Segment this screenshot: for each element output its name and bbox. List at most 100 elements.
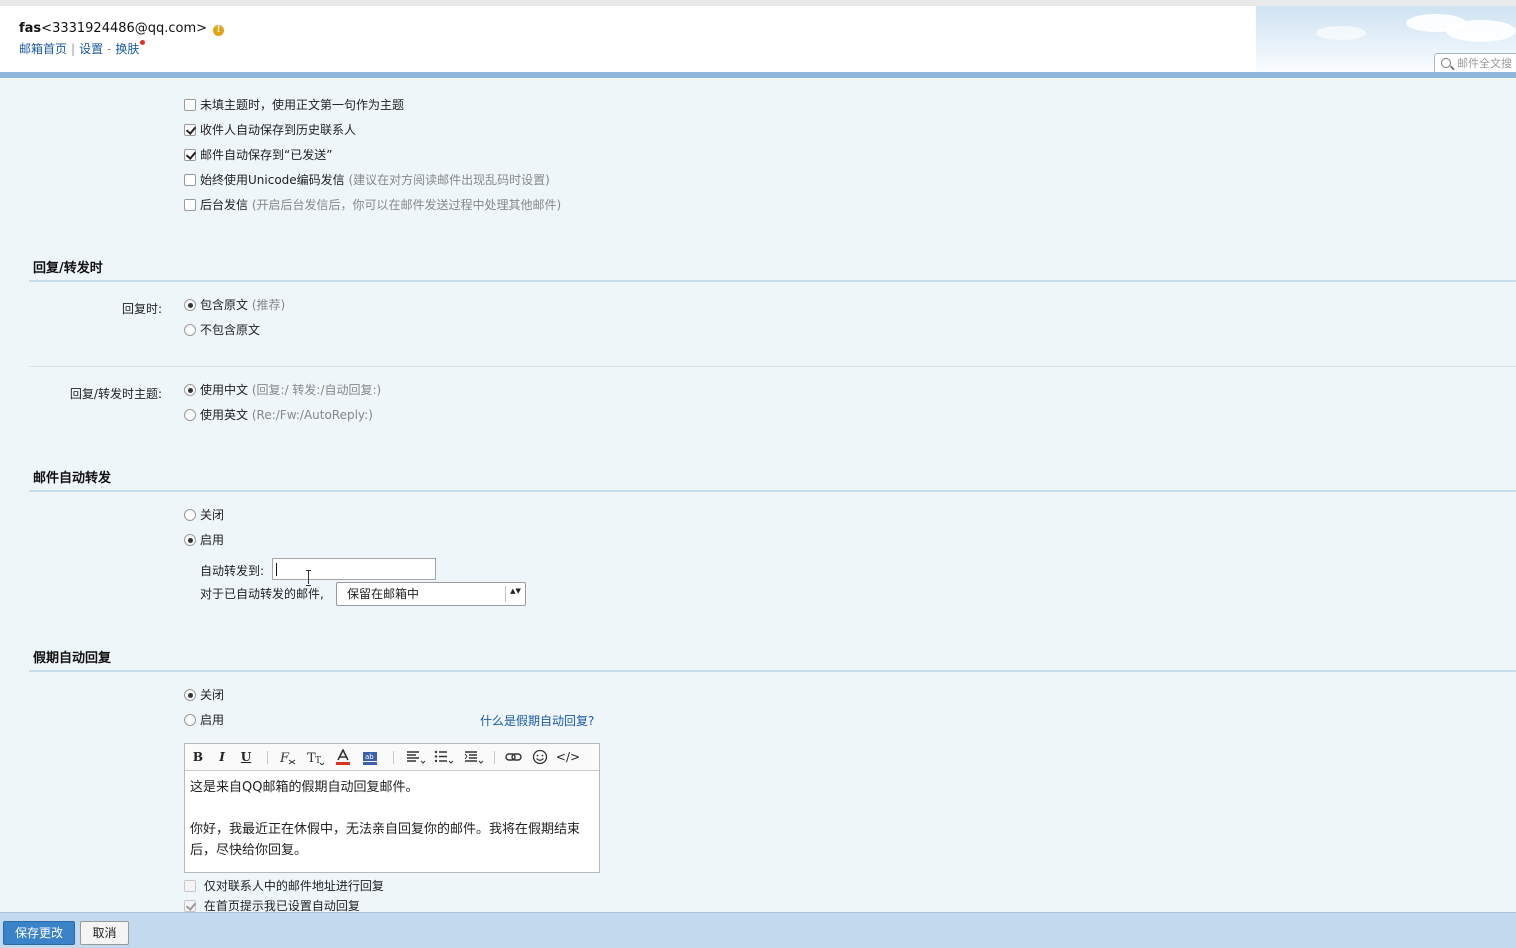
source-code-icon[interactable]: </> [555,749,581,766]
bold-icon[interactable]: B [191,749,205,766]
save-button[interactable]: 保存更改 [3,921,75,945]
radio-button[interactable] [184,509,196,521]
radio-forward-on[interactable]: 启用 [184,532,224,548]
select-arrows-icon: ▲▼ [505,586,525,602]
highlight-color-icon[interactable]: ab [362,749,380,766]
link-mailbox-home[interactable]: 邮箱首页 [19,42,67,56]
option-hint: (开启后台发信后，你可以在邮件发送过程中处理其他邮件) [251,198,562,212]
account-email: <3331924486@qq.com> [41,21,208,36]
account-name: fas [19,21,42,36]
link-settings[interactable]: 设置 [79,42,103,56]
radio-button[interactable] [184,324,196,336]
section-divider [29,490,1516,492]
section-title-reply: 回复/转发时 [33,261,103,276]
section-divider [29,280,1516,282]
mail-header: fas<3331924486@qq.com>! 邮箱首页 | 设置 - 换肤 邮件全文搜 [0,0,1516,78]
toolbar-separator [494,751,495,764]
checkbox-unicode[interactable] [184,174,196,186]
radio-exclude-original[interactable]: 不包含原文 [184,322,260,338]
row-divider [29,366,1516,367]
section-divider [29,670,1516,672]
search-icon [1441,58,1451,68]
vacation-help-link[interactable]: 什么是假期自动回复? [480,712,594,729]
option-save-sent[interactable]: 邮件自动保存到“已发送” [184,147,332,163]
reply-label: 回复时: [121,302,162,316]
select-value: 保留在邮箱中 [347,587,420,601]
radio-vacation-off[interactable]: 关闭 [184,687,224,703]
radio-button[interactable] [184,299,196,311]
radio-button[interactable] [184,534,196,546]
section-title-vacation: 假期自动回复 [33,651,112,666]
option-label: 在首页提示我已设置自动回复 [203,899,360,913]
checkbox-contacts-only[interactable] [184,880,196,892]
editor-body[interactable]: 这是来自QQ邮箱的假期自动回复邮件。 你好，我最近正在休假中，无法亲自回复你的邮… [190,777,596,861]
emoji-icon[interactable] [531,749,549,766]
option-label: 后台发信 [200,198,249,212]
after-forward-label: 对于已自动转发的邮件, [200,587,324,601]
radio-include-original[interactable]: 包含原文 (推荐) [184,297,285,313]
option-label: 启用 [200,533,225,547]
option-subject-from-body[interactable]: 未填主题时，使用正文第一句作为主题 [184,97,404,113]
forward-to-input[interactable] [272,558,436,580]
svg-text:F: F [279,751,290,765]
option-label: 邮件自动保存到“已发送” [200,148,333,162]
link-change-skin[interactable]: 换肤 [115,42,139,56]
option-label: 仅对联系人中的邮件地址进行回复 [203,879,384,893]
option-hint: (回复:/ 转发:/自动回复:) [251,383,382,397]
svg-text:ab: ab [365,753,374,761]
link-separator: | [71,42,76,56]
link-icon[interactable] [505,749,523,766]
text-caret [276,563,277,576]
warning-icon[interactable]: ! [213,25,225,36]
checkbox-homepage-notice[interactable] [184,900,196,912]
option-label: 启用 [200,713,225,727]
option-contacts-only[interactable]: 仅对联系人中的邮件地址进行回复 [184,878,384,894]
option-unicode[interactable]: 始终使用Unicode编码发信 (建议在对方阅读邮件出现乱码时设置) [184,172,550,188]
font-family-icon[interactable]: F [279,749,297,766]
toolbar-separator [393,751,394,764]
action-bar: 保存更改 取消 [0,912,1516,948]
account-info: fas<3331924486@qq.com>! [19,21,225,36]
italic-icon[interactable]: I [215,749,229,766]
radio-subject-chinese[interactable]: 使用中文 (回复:/ 转发:/自动回复:) [184,382,381,398]
checkbox-save-sent[interactable] [184,149,196,161]
font-color-icon[interactable] [335,748,353,766]
search-placeholder: 邮件全文搜 [1457,57,1512,70]
radio-subject-english[interactable]: 使用英文 (Re:/Fw:/AutoReply:) [184,407,373,423]
font-size-icon[interactable]: TT [306,749,325,766]
option-label: 不包含原文 [200,323,261,337]
message-line: 你好，我最近正在休假中，无法亲自回复你的邮件。我将在假期结束后，尽快给你回复。 [190,822,581,858]
option-label: 关闭 [200,508,225,522]
radio-button[interactable] [184,384,196,396]
checkbox-background-send[interactable] [184,199,196,211]
option-save-contacts[interactable]: 收件人自动保存到历史联系人 [184,122,356,138]
option-hint: (建议在对方阅读邮件出现乱码时设置) [348,173,550,187]
cancel-button[interactable]: 取消 [80,921,129,945]
radio-button[interactable] [184,409,196,421]
toolbar-separator [267,751,268,764]
option-label: 关闭 [200,688,225,702]
align-icon[interactable] [405,749,427,766]
option-hint: (推荐) [251,298,286,312]
forward-to-label: 自动转发到: [200,564,265,578]
checkbox-save-contacts[interactable] [184,124,196,136]
vacation-message-editor[interactable]: B I U F TT ab </> 这是来自QQ邮箱的假期自动回复邮件。 你好，… [184,743,600,873]
subject-label: 回复/转发时主题: [69,387,162,401]
after-forward-select[interactable]: 保留在邮箱中 ▲▼ [336,582,526,606]
option-background-send[interactable]: 后台发信 (开启后台发信后，你可以在邮件发送过程中处理其他邮件) [184,197,561,213]
list-icon[interactable] [433,749,455,766]
checkbox-subject-from-body[interactable] [184,99,196,111]
message-line: 这是来自QQ邮箱的假期自动回复邮件。 [190,780,419,795]
section-title-auto-forward: 邮件自动转发 [33,471,112,486]
radio-button[interactable] [184,689,196,701]
text-cursor-icon [306,570,312,586]
underline-icon[interactable]: U [239,749,253,766]
editor-toolbar: B I U F TT ab </> [185,744,599,771]
radio-vacation-on[interactable]: 启用 [184,712,224,728]
option-label: 使用英文 [200,408,249,422]
radio-button[interactable] [184,714,196,726]
indent-icon[interactable] [463,749,485,766]
option-label: 始终使用Unicode编码发信 [200,173,345,187]
radio-forward-off[interactable]: 关闭 [184,507,224,523]
link-separator: - [107,42,112,56]
